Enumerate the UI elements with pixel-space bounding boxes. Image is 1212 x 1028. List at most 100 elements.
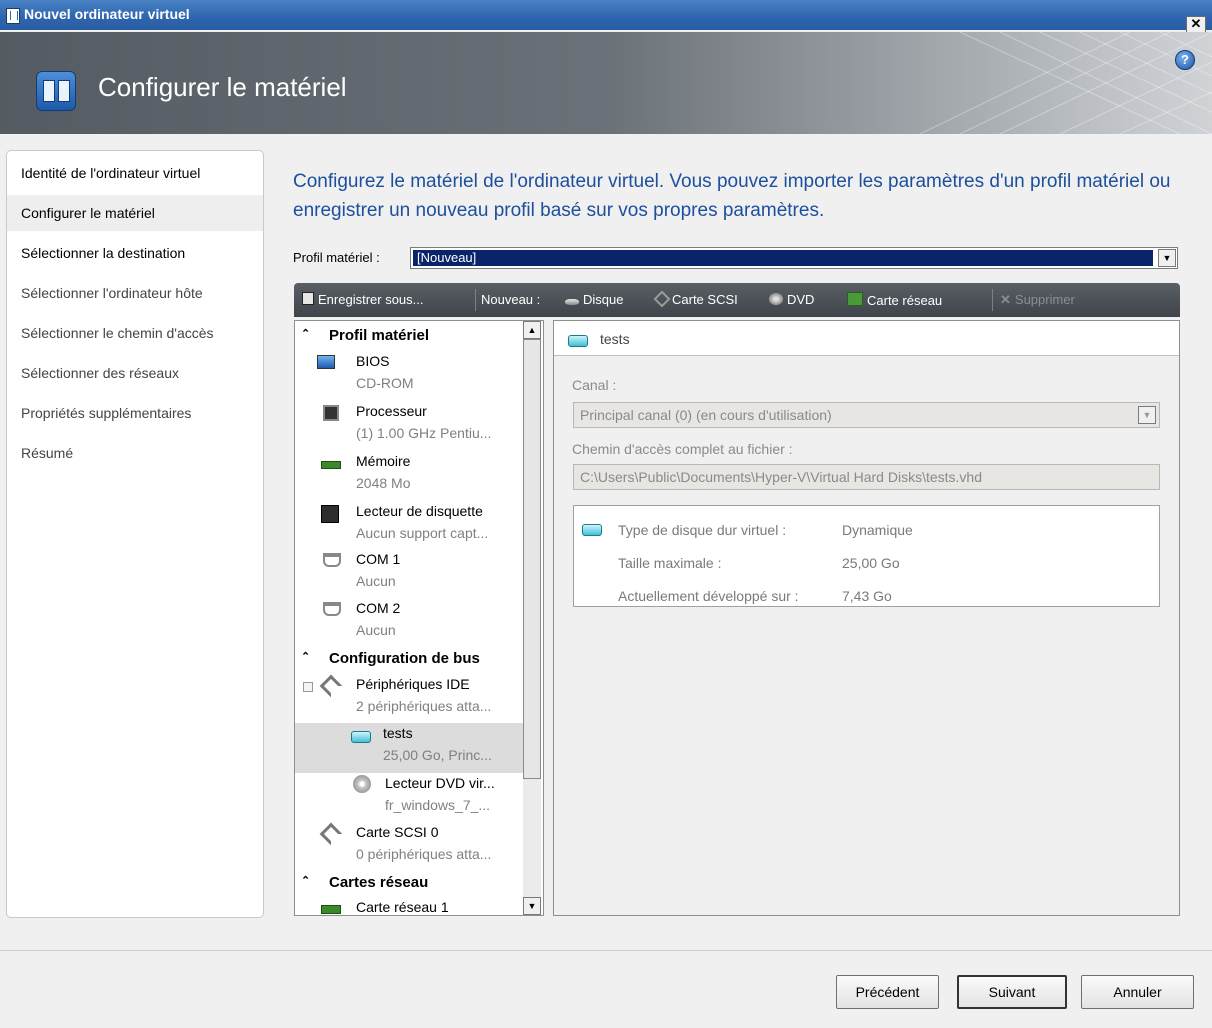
nav-item-networks[interactable]: Sélectionner des réseaux xyxy=(7,355,263,391)
nav-item-summary[interactable]: Résumé xyxy=(7,435,263,471)
window-title: Nouvel ordinateur virtuel xyxy=(24,6,190,22)
tree-item-title: COM 1 xyxy=(356,551,401,567)
tree-item-tests-disk[interactable]: tests 25,00 Go, Princ... xyxy=(295,723,523,773)
tree-item-floppy[interactable]: Lecteur de disquette Aucun support capt.… xyxy=(295,501,523,551)
tree-item-title: Carte SCSI 0 xyxy=(356,824,439,840)
disk-properties-box: Type de disque dur virtuel : Dynamique T… xyxy=(573,505,1160,607)
hard-disk-icon xyxy=(582,524,602,536)
detail-title: tests xyxy=(600,331,630,347)
tree-item-title: Lecteur de disquette xyxy=(356,503,483,519)
section-label: Profil matériel xyxy=(329,327,430,344)
scsi-label: Carte SCSI xyxy=(672,292,738,307)
floppy-save-icon xyxy=(302,292,314,305)
tree-item-dvd[interactable]: Lecteur DVD vir... fr_windows_7_... xyxy=(295,773,523,823)
tree-item-ide[interactable]: Périphériques IDE 2 périphériques atta..… xyxy=(295,674,523,724)
tree-item-title: Carte réseau 1 xyxy=(356,899,449,915)
footer-divider xyxy=(0,950,1212,951)
collapse-icon[interactable]: ⌃ xyxy=(301,327,310,340)
path-field[interactable]: C:\Users\Public\Documents\Hyper-V\Virtua… xyxy=(573,464,1160,490)
profile-select-value: [Nouveau] xyxy=(413,250,1153,266)
header-decoration xyxy=(919,32,1212,134)
chevron-down-icon[interactable]: ▼ xyxy=(1138,406,1156,424)
delete-x-icon: ✕ xyxy=(1000,292,1011,307)
current-size-label: Actuellement développé sur : xyxy=(618,588,799,604)
nav-item-configure-hardware[interactable]: Configurer le matériel xyxy=(7,195,263,231)
current-size-value: 7,43 Go xyxy=(842,588,892,604)
tree-item-processor[interactable]: Processeur (1) 1.00 GHz Pentiu... xyxy=(295,401,523,451)
dvd-icon xyxy=(769,293,783,305)
tree-item-scsi[interactable]: Carte SCSI 0 0 périphériques atta... xyxy=(295,822,523,872)
tree-item-title: tests xyxy=(383,725,413,741)
nav-item-additional-properties[interactable]: Propriétés supplémentaires xyxy=(7,395,263,431)
channel-label: Canal : xyxy=(572,377,617,393)
scroll-down-icon[interactable]: ▼ xyxy=(523,897,541,915)
processor-icon xyxy=(323,405,339,421)
network-card-icon xyxy=(321,905,341,914)
section-hardware-profile[interactable]: ⌃ Profil matériel xyxy=(295,325,523,347)
tree-item-title: Mémoire xyxy=(356,453,411,469)
tree-item-title: Lecteur DVD vir... xyxy=(385,775,495,791)
tree-item-title: Périphériques IDE xyxy=(356,676,470,692)
hardware-toolbar: Enregistrer sous... Nouveau : Disque Car… xyxy=(294,283,1180,317)
tree-item-subtitle: 0 périphériques atta... xyxy=(356,846,492,862)
cancel-button[interactable]: Annuler xyxy=(1081,975,1194,1009)
hard-disk-icon xyxy=(568,335,588,347)
memory-icon xyxy=(321,461,341,469)
nav-item-path[interactable]: Sélectionner le chemin d'accès xyxy=(7,315,263,351)
disk-label: Disque xyxy=(583,292,624,307)
profile-select[interactable]: [Nouveau] ▼ xyxy=(410,247,1178,269)
network-card-icon xyxy=(847,292,863,306)
channel-select[interactable]: Principal canal (0) (en cours d'utilisat… xyxy=(573,402,1160,428)
nav-item-identity[interactable]: Identité de l'ordinateur virtuel xyxy=(7,155,263,191)
tree-item-com2[interactable]: COM 2 Aucun xyxy=(295,598,523,648)
computer-icon xyxy=(317,355,335,369)
save-as-button[interactable]: Enregistrer sous... xyxy=(302,292,424,307)
tree-item-memory[interactable]: Mémoire 2048 Mo xyxy=(295,451,523,501)
scroll-up-icon[interactable]: ▲ xyxy=(523,321,541,339)
hardware-icon xyxy=(36,71,76,111)
next-button[interactable]: Suivant xyxy=(957,975,1067,1009)
scroll-thumb[interactable] xyxy=(523,339,541,779)
tree-item-subtitle: Aucun support capt... xyxy=(356,525,489,541)
new-disk-button[interactable]: Disque xyxy=(565,292,623,307)
collapse-icon[interactable]: ⌃ xyxy=(301,874,310,887)
tree-item-title: Processeur xyxy=(356,403,427,419)
detail-header: tests xyxy=(554,321,1179,356)
new-dvd-button[interactable]: DVD xyxy=(769,292,814,307)
tree-item-com1[interactable]: COM 1 Aucun xyxy=(295,549,523,599)
save-as-label: Enregistrer sous... xyxy=(318,292,424,307)
help-icon[interactable]: ? xyxy=(1175,50,1195,70)
new-label: Nouveau : xyxy=(481,292,541,307)
tree-item-subtitle: 2 périphériques atta... xyxy=(356,698,492,714)
section-network-adapters[interactable]: ⌃ Cartes réseau xyxy=(295,872,523,894)
tree-scrollbar[interactable]: ▲ ▼ xyxy=(523,321,541,915)
scsi-controller-icon xyxy=(319,822,343,846)
tree-item-subtitle: CD-ROM xyxy=(356,375,414,391)
nav-item-host[interactable]: Sélectionner l'ordinateur hôte xyxy=(7,275,263,311)
header-banner: Configurer le matériel ? xyxy=(0,32,1212,134)
title-bar: Nouvel ordinateur virtuel xyxy=(0,0,1212,30)
new-scsi-button[interactable]: Carte SCSI xyxy=(653,290,738,308)
dvd-icon xyxy=(353,775,371,793)
chevron-down-icon[interactable]: ▼ xyxy=(1158,249,1176,267)
expand-toggle-icon[interactable] xyxy=(303,682,313,692)
previous-button[interactable]: Précédent xyxy=(836,975,939,1009)
collapse-icon[interactable]: ⌃ xyxy=(301,650,310,663)
serial-port-icon xyxy=(323,602,341,616)
section-label: Cartes réseau xyxy=(329,874,429,891)
dvd-label: DVD xyxy=(787,292,815,307)
delete-button[interactable]: ✕ Supprimer xyxy=(1000,292,1075,308)
window-icon xyxy=(6,8,20,24)
tree-item-subtitle: Aucun xyxy=(356,573,396,589)
tree-item-subtitle: 25,00 Go, Princ... xyxy=(383,747,492,763)
new-network-button[interactable]: Carte réseau xyxy=(847,292,942,308)
tree-item-network-1[interactable]: Carte réseau 1 xyxy=(295,897,523,915)
tree-item-bios[interactable]: BIOS CD-ROM xyxy=(295,351,523,401)
wizard-nav: Identité de l'ordinateur virtuel Configu… xyxy=(6,150,264,918)
section-bus-configuration[interactable]: ⌃ Configuration de bus xyxy=(295,648,523,670)
tree-item-subtitle: fr_windows_7_... xyxy=(385,797,491,813)
tree-item-subtitle: Aucun xyxy=(356,622,396,638)
network-label: Carte réseau xyxy=(867,293,943,308)
disk-icon xyxy=(565,299,579,305)
nav-item-destination[interactable]: Sélectionner la destination xyxy=(7,235,263,271)
